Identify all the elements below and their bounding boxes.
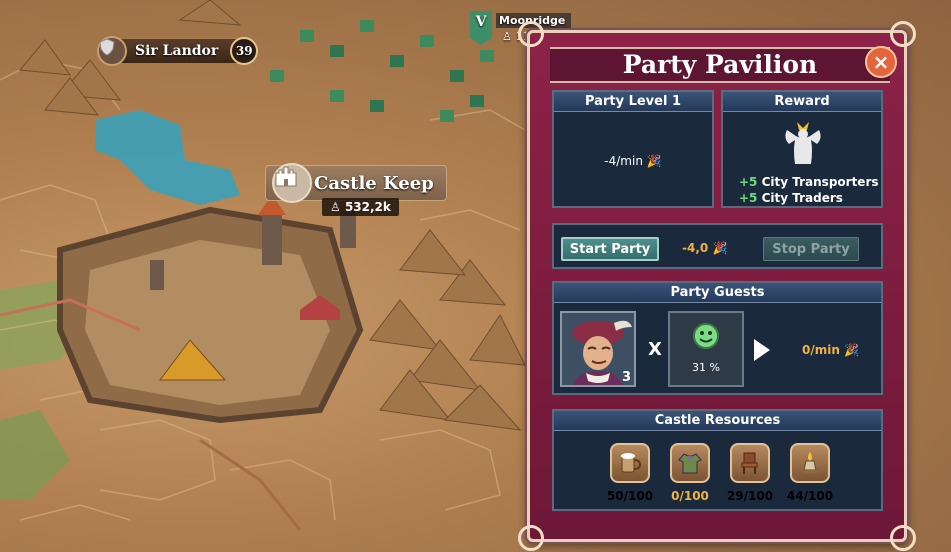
population-icon: ♙ (330, 200, 345, 214)
ornament-corner (518, 21, 544, 47)
guests-rate: 0/min 🎉 (802, 343, 860, 357)
stop-party-button[interactable]: Stop Party (763, 237, 859, 261)
smiley-face-icon (693, 323, 719, 349)
resource-item[interactable]: 29/100 (720, 443, 780, 503)
lamp-icon (790, 443, 830, 483)
resource-item[interactable]: 50/100 (600, 443, 660, 503)
confetti-icon: 🎉 (844, 343, 860, 357)
party-level-box: Party Level 1 -4/min 🎉 (552, 90, 714, 208)
close-icon: × (872, 50, 890, 74)
party-actions-box: Start Party -4,0 🎉 Stop Party (552, 223, 883, 269)
confetti-icon: 🎉 (712, 241, 728, 255)
resource-item[interactable]: 0/100 (660, 443, 720, 503)
party-level-header: Party Level 1 (554, 92, 712, 112)
party-guests-header: Party Guests (554, 283, 881, 303)
reward-box: Reward +5 City Transporters +5 City Trad… (721, 90, 883, 208)
ornament-corner (890, 21, 916, 47)
close-button[interactable]: × (865, 46, 897, 78)
resource-value: 29/100 (726, 489, 774, 503)
start-party-button[interactable]: Start Party (561, 237, 659, 261)
resource-value: 44/100 (786, 489, 834, 503)
reward-line: +5 City Transporters (739, 175, 879, 189)
strongman-icon (785, 122, 821, 164)
panel-title: Party Pavilion (550, 47, 890, 83)
shield-icon (97, 36, 127, 66)
clothing-icon (670, 443, 710, 483)
happiness-percent: 31 % (692, 361, 720, 374)
town-name: Castle Keep (314, 172, 434, 194)
castle-resources-header: Castle Resources (554, 411, 881, 431)
army-label-sir-landor[interactable]: Sir Landor 39 (97, 36, 259, 66)
confetti-icon: 🎉 (646, 154, 662, 168)
reward-header: Reward (723, 92, 881, 112)
resource-value: 0/100 (671, 489, 709, 503)
beer-mug-icon (610, 443, 650, 483)
chair-icon (730, 443, 770, 483)
resource-value: 50/100 (606, 489, 654, 503)
ornament-corner (518, 525, 544, 551)
guest-count: 3 (621, 370, 631, 385)
reward-line: +5 City Traders (739, 191, 843, 205)
play-arrow-icon (754, 339, 770, 361)
multiply-sign: X (648, 339, 662, 360)
town-population: ♙ 532,2k (322, 198, 399, 216)
resource-item[interactable]: 44/100 (780, 443, 840, 503)
party-guests-box: Party Guests 3 X 31 % 0/min 🎉 (552, 281, 883, 395)
town-banner: V (470, 11, 492, 45)
town-label-castle-keep[interactable]: Castle Keep (265, 163, 447, 203)
guest-portrait[interactable]: 3 (560, 311, 636, 387)
reward-lines: +5 City Transporters +5 City Traders (739, 174, 879, 206)
party-pavilion-panel: Party Pavilion × Party Level 1 -4/min 🎉 … (518, 21, 916, 551)
population-icon: ♙ (502, 30, 512, 43)
party-level-rate: -4/min 🎉 (604, 154, 662, 168)
castle-resources-box: Castle Resources 50/100 0/100 29/100 44/… (552, 409, 883, 511)
army-name: Sir Landor (135, 43, 219, 59)
ornament-corner (890, 525, 916, 551)
castle-icon (272, 163, 312, 203)
party-cost: -4,0 🎉 (682, 241, 728, 255)
happiness-box[interactable]: 31 % (668, 311, 744, 387)
